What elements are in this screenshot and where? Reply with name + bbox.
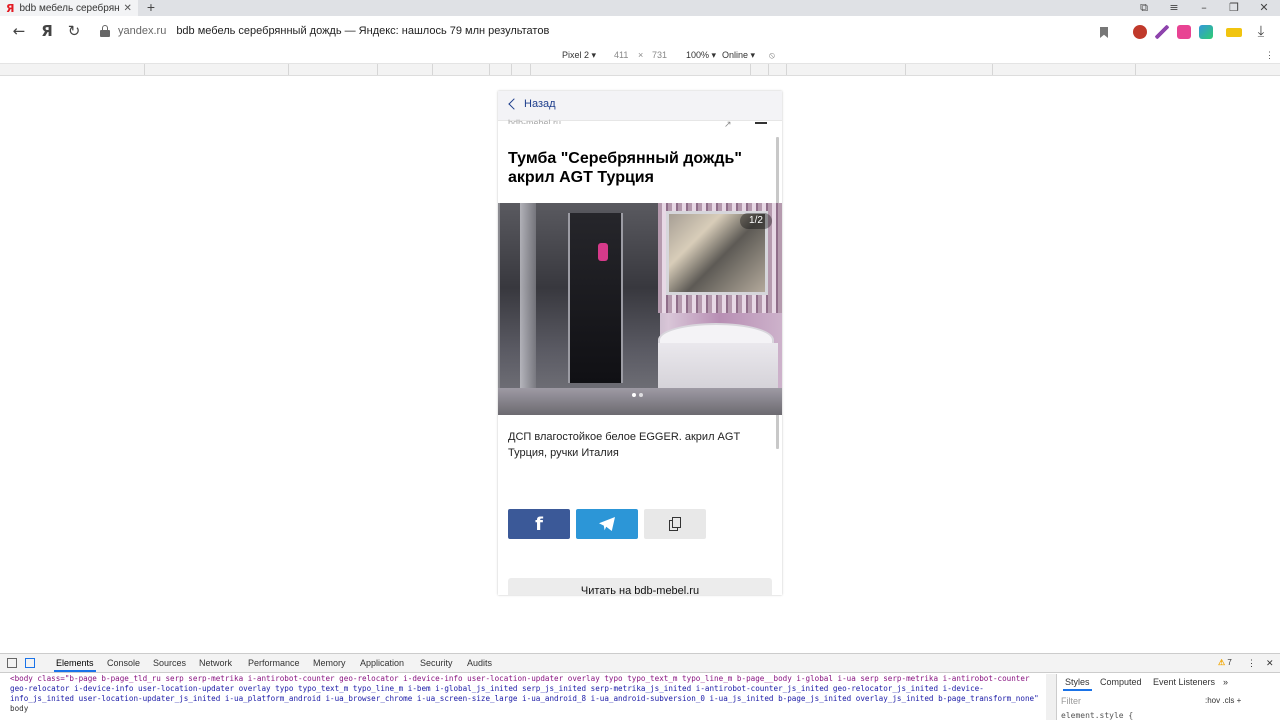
devtools-tabs: Elements Console Sources Network Perform… xyxy=(0,654,1280,673)
extension-pen-icon[interactable] xyxy=(1155,25,1169,39)
tab-audits[interactable]: Audits xyxy=(467,658,492,668)
dom-tree[interactable]: <body class="b-page b-page_tld_ru serp s… xyxy=(0,674,1046,720)
tab-event-listeners[interactable]: Event Listeners xyxy=(1153,677,1215,687)
inspect-icon[interactable] xyxy=(7,658,17,668)
tab-security[interactable]: Security xyxy=(420,658,453,668)
new-tab-button[interactable]: + xyxy=(144,0,158,16)
extension-bug-icon[interactable] xyxy=(1133,25,1147,39)
styles-pane: Styles Computed Event Listeners » Filter… xyxy=(1056,674,1280,720)
styles-filter-input[interactable]: Filter xyxy=(1061,696,1081,706)
telegram-icon xyxy=(599,517,615,531)
dom-line[interactable]: <body class="b-page b-page_tld_ru serp s… xyxy=(10,674,1046,684)
menu-peek-icon[interactable] xyxy=(755,122,767,124)
device-height-input[interactable]: 731 xyxy=(652,50,667,60)
back-arrow-icon[interactable]: ← xyxy=(10,23,28,41)
tab-close-icon[interactable]: ✕ xyxy=(123,3,131,14)
device-select[interactable]: Pixel 2 ▾ xyxy=(562,50,596,61)
device-more-icon[interactable]: ⋮ xyxy=(1265,50,1274,61)
tab-title: bdb мебель серебрянн xyxy=(19,2,120,14)
tab-performance[interactable]: Performance xyxy=(248,658,300,668)
tab-elements[interactable]: Elements xyxy=(54,658,96,672)
site-name-peek: bdb-mebel.ru xyxy=(508,118,562,124)
menu-icon[interactable]: ≡ xyxy=(1164,0,1184,16)
extension-pink-icon[interactable] xyxy=(1177,25,1191,39)
download-icon[interactable]: ⤓ xyxy=(1252,23,1270,41)
facebook-icon: f xyxy=(535,513,543,535)
browser-window: Я bdb мебель серебрянн ✕ + ⧉ ≡ – ❐ ✕ ← Я… xyxy=(0,0,1280,720)
devtools-more-icon[interactable]: ⋮ xyxy=(1247,658,1256,669)
back-link[interactable]: Назад xyxy=(508,98,556,110)
zoom-select[interactable]: 100% ▾ xyxy=(686,50,716,61)
tab-console[interactable]: Console xyxy=(107,658,140,668)
lock-icon xyxy=(100,25,110,37)
element-style-rule: element.style { xyxy=(1061,711,1134,720)
devtools-panel: Elements Console Sources Network Perform… xyxy=(0,653,1280,720)
warning-icon: ⚠ xyxy=(1218,658,1226,667)
telegram-share-button[interactable] xyxy=(576,509,638,539)
browser-tab[interactable]: Я bdb мебель серебрянн ✕ xyxy=(0,0,138,16)
tab-bar: Я bdb мебель серебрянн ✕ + ⧉ ≡ – ❐ ✕ xyxy=(0,0,1280,16)
tab-application[interactable]: Application xyxy=(360,658,404,668)
devtools-close-icon[interactable]: ✕ xyxy=(1266,658,1274,669)
page-header: Назад xyxy=(498,91,782,121)
media-query-ruler[interactable] xyxy=(0,64,1280,76)
dom-line[interactable]: info_js_inited user-location-updater_js_… xyxy=(10,694,1046,704)
device-toggle-icon[interactable] xyxy=(25,658,35,668)
warning-count-value: 7 xyxy=(1227,658,1232,667)
minimize-icon[interactable]: – xyxy=(1194,0,1214,16)
device-toolbar: Pixel 2 ▾ 411 × 731 100% ▾ Online ▾ ⦸ ⋮ xyxy=(0,46,1280,64)
photo-counter: 1/2 xyxy=(740,213,772,229)
dom-line[interactable]: geo-relocator i-device-info user-locatio… xyxy=(10,684,1046,694)
throttle-select[interactable]: Online ▾ xyxy=(722,50,755,61)
device-width-input[interactable]: 411 xyxy=(614,50,628,60)
address-host: yandex.ru xyxy=(118,25,167,37)
address-toolbar: ← Я ↻ yandex.ru bdb мебель серебрянный д… xyxy=(0,16,1280,46)
extension-blue-icon[interactable] xyxy=(1199,25,1213,39)
yandex-button[interactable]: Я xyxy=(38,23,56,41)
reload-icon[interactable]: ↻ xyxy=(65,23,83,41)
dimension-separator: × xyxy=(638,50,644,60)
battery-icon[interactable] xyxy=(1226,28,1242,37)
gallery-dots xyxy=(632,393,646,397)
address-page-title: bdb мебель серебрянный дождь — Яндекс: н… xyxy=(176,25,550,37)
tab-computed[interactable]: Computed xyxy=(1100,677,1142,687)
page-title: Тумба "Серебрянный дождь" акрил AGT Турц… xyxy=(508,150,742,186)
window-pin-icon[interactable]: ⧉ xyxy=(1134,0,1154,16)
gallery-dot[interactable] xyxy=(639,393,643,397)
facebook-share-button[interactable]: f xyxy=(508,509,570,539)
tab-network[interactable]: Network xyxy=(199,658,232,668)
dom-breadcrumb[interactable]: body xyxy=(10,704,1046,714)
share-peek-icon[interactable]: ↗ xyxy=(724,119,732,130)
tab-styles[interactable]: Styles xyxy=(1063,677,1092,691)
yandex-favicon-icon: Я xyxy=(6,1,15,15)
tab-sources[interactable]: Sources xyxy=(153,658,186,668)
gallery-dot[interactable] xyxy=(632,393,636,397)
more-tabs-icon[interactable]: » xyxy=(1223,677,1228,687)
product-photo[interactable]: 1/2 xyxy=(498,203,782,415)
address-bar[interactable]: yandex.ru bdb мебель серебрянный дождь —… xyxy=(96,20,1120,42)
read-on-site-button[interactable]: Читать на bdb-mebel.ru xyxy=(508,578,772,595)
chevron-left-icon xyxy=(508,98,520,110)
warning-count[interactable]: ⚠ 7 xyxy=(1218,658,1232,667)
rotate-icon[interactable]: ⦸ xyxy=(769,50,775,61)
copy-link-button[interactable] xyxy=(644,509,706,539)
mobile-page: Назад bdb-mebel.ru ↗ Тумба "Серебрянный … xyxy=(498,91,782,595)
share-buttons: f xyxy=(508,509,712,539)
tab-memory[interactable]: Memory xyxy=(313,658,346,668)
hov-cls-buttons[interactable]: :hov .cls + xyxy=(1205,696,1241,705)
product-description: ДСП влагостойкое белое EGGER. акрил AGT … xyxy=(508,431,740,459)
copy-icon xyxy=(669,517,681,531)
close-window-icon[interactable]: ✕ xyxy=(1254,0,1274,16)
dom-scrollbar[interactable] xyxy=(1046,674,1056,720)
restore-icon[interactable]: ❐ xyxy=(1224,0,1244,16)
back-label: Назад xyxy=(524,98,556,110)
